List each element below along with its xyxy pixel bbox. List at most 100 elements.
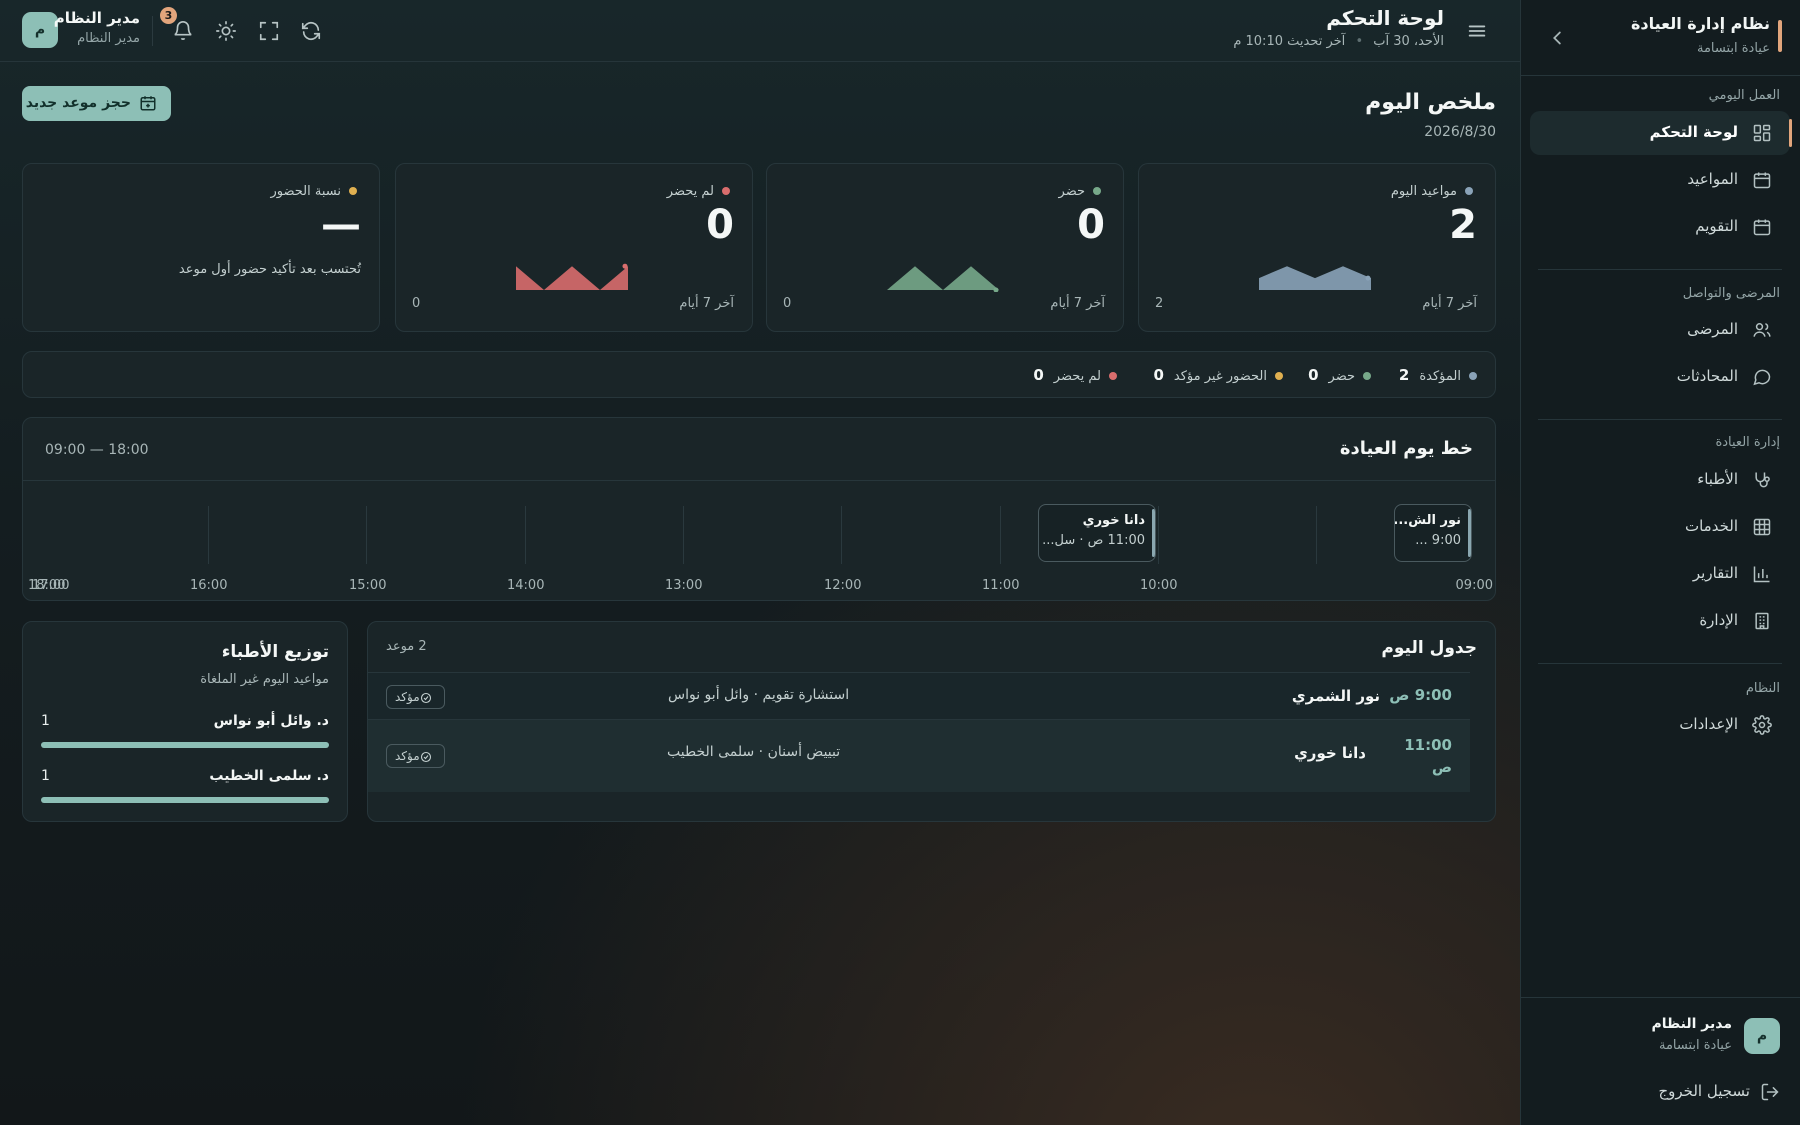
service-doctor: تبييض أسنان · سلمى الخطيب <box>667 744 841 760</box>
sidebar-section-management: إدارة العيادة <box>1715 435 1780 450</box>
sidebar-item-settings[interactable]: الإعدادات <box>1530 703 1790 747</box>
hour-label: 13:00 <box>665 578 703 593</box>
legend-no-show: لم يحضر 0 <box>1033 366 1117 384</box>
stat-label: مواعيد اليوم <box>1390 184 1457 199</box>
bell-icon[interactable] <box>172 20 194 42</box>
stat-title: مواعيد اليوم <box>1391 184 1473 199</box>
sparkline-area <box>887 266 999 290</box>
sidebar-item-dashboard[interactable]: لوحة التحكم <box>1530 111 1792 155</box>
timeline-appointment[interactable]: نور الش... 9:00 ... <box>1394 504 1472 562</box>
sidebar-section-patients: المرضى والتواصل <box>1682 286 1780 301</box>
doctor-progress <box>41 797 329 803</box>
topbar-divider <box>152 16 153 46</box>
hour-label: 09:00 <box>1455 578 1493 593</box>
sidebar-item-appointments[interactable]: المواعيد <box>1530 158 1790 202</box>
appointment-patient: نور الش... <box>1394 513 1461 528</box>
stat-min: 0 <box>412 296 421 311</box>
sparkline-today <box>1259 266 1371 290</box>
stat-card-today: مواعيد اليوم 2 آخر 7 أيام 2 <box>1138 163 1496 332</box>
doctor-name: د. سلمى الخطيب <box>209 768 329 784</box>
sidebar-item-patients[interactable]: المرضى <box>1530 308 1790 352</box>
status-label: مؤكد <box>395 690 420 704</box>
sidebar-item-calendar[interactable]: التقويم <box>1530 205 1790 249</box>
hour-line <box>1316 506 1317 564</box>
fullscreen-icon[interactable] <box>258 20 280 42</box>
timeline-range: 09:00 — 18:00 <box>45 442 149 458</box>
stat-label: نسبة الحضور <box>270 184 341 199</box>
calendar-grid-icon <box>1752 170 1772 190</box>
sidebar-divider <box>1538 419 1782 420</box>
sidebar: نظام إدارة العيادة عيادة ابتسامة العمل ا… <box>1520 0 1800 1125</box>
menu-icon[interactable] <box>1466 20 1488 42</box>
legend-confirmed: المؤكدة 2 <box>1399 366 1477 384</box>
status-dot <box>349 187 357 195</box>
sidebar-header: نظام إدارة العيادة عيادة ابتسامة <box>1521 0 1800 76</box>
doctors-distribution: توزيع الأطباء مواعيد اليوم غير الملغاة د… <box>22 621 348 822</box>
page-title: لوحة التحكم <box>1326 6 1444 30</box>
timeline-appointment[interactable]: دانا خوري 11:00 ص · سل... <box>1038 504 1156 562</box>
status-badge: مؤكد <box>386 744 445 768</box>
sidebar-item-conversations[interactable]: المحادثات <box>1530 355 1790 399</box>
hour-label: 11:00 <box>982 578 1020 593</box>
legend-value: 0 <box>1153 366 1164 384</box>
timeline-divider <box>23 480 1495 481</box>
status-dot <box>1093 187 1101 195</box>
meta-separator: • <box>1355 34 1364 49</box>
avatar[interactable]: م <box>22 12 58 48</box>
sparkline-no-show <box>516 263 628 290</box>
bar-chart-icon <box>1752 564 1772 584</box>
hour-line <box>1158 506 1159 564</box>
chat-icon <box>1752 367 1772 387</box>
user-clinic: عيادة ابتسامة <box>1658 1038 1732 1053</box>
logout-icon <box>1760 1082 1780 1102</box>
sparkline-area <box>1259 266 1371 290</box>
legend-value: 0 <box>1308 366 1319 384</box>
stat-title: لم يحضر <box>667 184 730 199</box>
table-row[interactable]: 9:00 ص نور الشمري استشارة تقويم · وائل أ… <box>368 672 1470 719</box>
appointment-time: 11:00 ص <box>1404 736 1452 776</box>
sidebar-footer: م مدير النظام عيادة ابتسامة تسجيل الخروج <box>1520 997 1800 1125</box>
app-title: نظام إدارة العيادة <box>1630 14 1770 33</box>
sidebar-item-services[interactable]: الخدمات <box>1530 505 1790 549</box>
logout-button[interactable]: تسجيل الخروج <box>1540 1078 1780 1108</box>
stat-value: 0 <box>1077 202 1105 248</box>
status-badge: مؤكد <box>386 685 445 709</box>
sidebar-item-label: المواعيد <box>1687 170 1738 188</box>
doctors-title: توزيع الأطباء <box>221 642 329 662</box>
stat-min: 2 <box>1155 296 1164 311</box>
check-circle-icon <box>420 751 432 763</box>
hour-label: 10:00 <box>1140 578 1178 593</box>
users-icon <box>1752 320 1772 340</box>
hour-label: 12:00 <box>824 578 862 593</box>
appointment-time: 9:00 ص <box>1389 686 1452 704</box>
building-icon <box>1752 611 1772 631</box>
calendar-icon <box>1752 217 1772 237</box>
notification-badge: 3 <box>160 7 177 24</box>
sun-icon[interactable] <box>215 20 237 42</box>
sidebar-item-administration[interactable]: الإدارة <box>1530 599 1790 643</box>
sidebar-divider <box>1538 663 1782 664</box>
legend-label: حضر <box>1328 369 1355 384</box>
legend-label: المؤكدة <box>1419 369 1461 384</box>
hour-label: 15:00 <box>349 578 387 593</box>
chevron-left-icon[interactable] <box>1547 27 1569 49</box>
sidebar-item-label: التقارير <box>1692 564 1738 582</box>
sidebar-item-label: الإدارة <box>1699 611 1738 629</box>
refresh-icon[interactable] <box>300 20 322 42</box>
sidebar-item-reports[interactable]: التقارير <box>1530 552 1790 596</box>
new-appointment-button[interactable]: حجز موعد جديد <box>22 86 171 121</box>
avatar[interactable]: م <box>1744 1018 1780 1054</box>
hour-line <box>366 506 367 564</box>
sidebar-item-doctors[interactable]: الأطباء <box>1530 458 1790 502</box>
schedule-count: 2 موعد <box>386 639 427 654</box>
user-name: مدير النظام <box>1651 1016 1732 1032</box>
stat-value: 0 <box>706 202 734 248</box>
doctor-name: د. وائل أبو نواس <box>213 713 329 729</box>
section-title: ملخص اليوم <box>1365 90 1496 115</box>
table-row[interactable]: 11:00 ص دانا خوري تبييض أسنان · سلمى الخ… <box>368 719 1470 792</box>
hour-label: 14:00 <box>507 578 545 593</box>
status-label: مؤكد <box>395 749 420 763</box>
hour-line <box>208 506 209 564</box>
topbar-user-name: مدير النظام <box>53 9 140 27</box>
appointment-detail: 11:00 ص · سل... <box>1042 533 1145 548</box>
